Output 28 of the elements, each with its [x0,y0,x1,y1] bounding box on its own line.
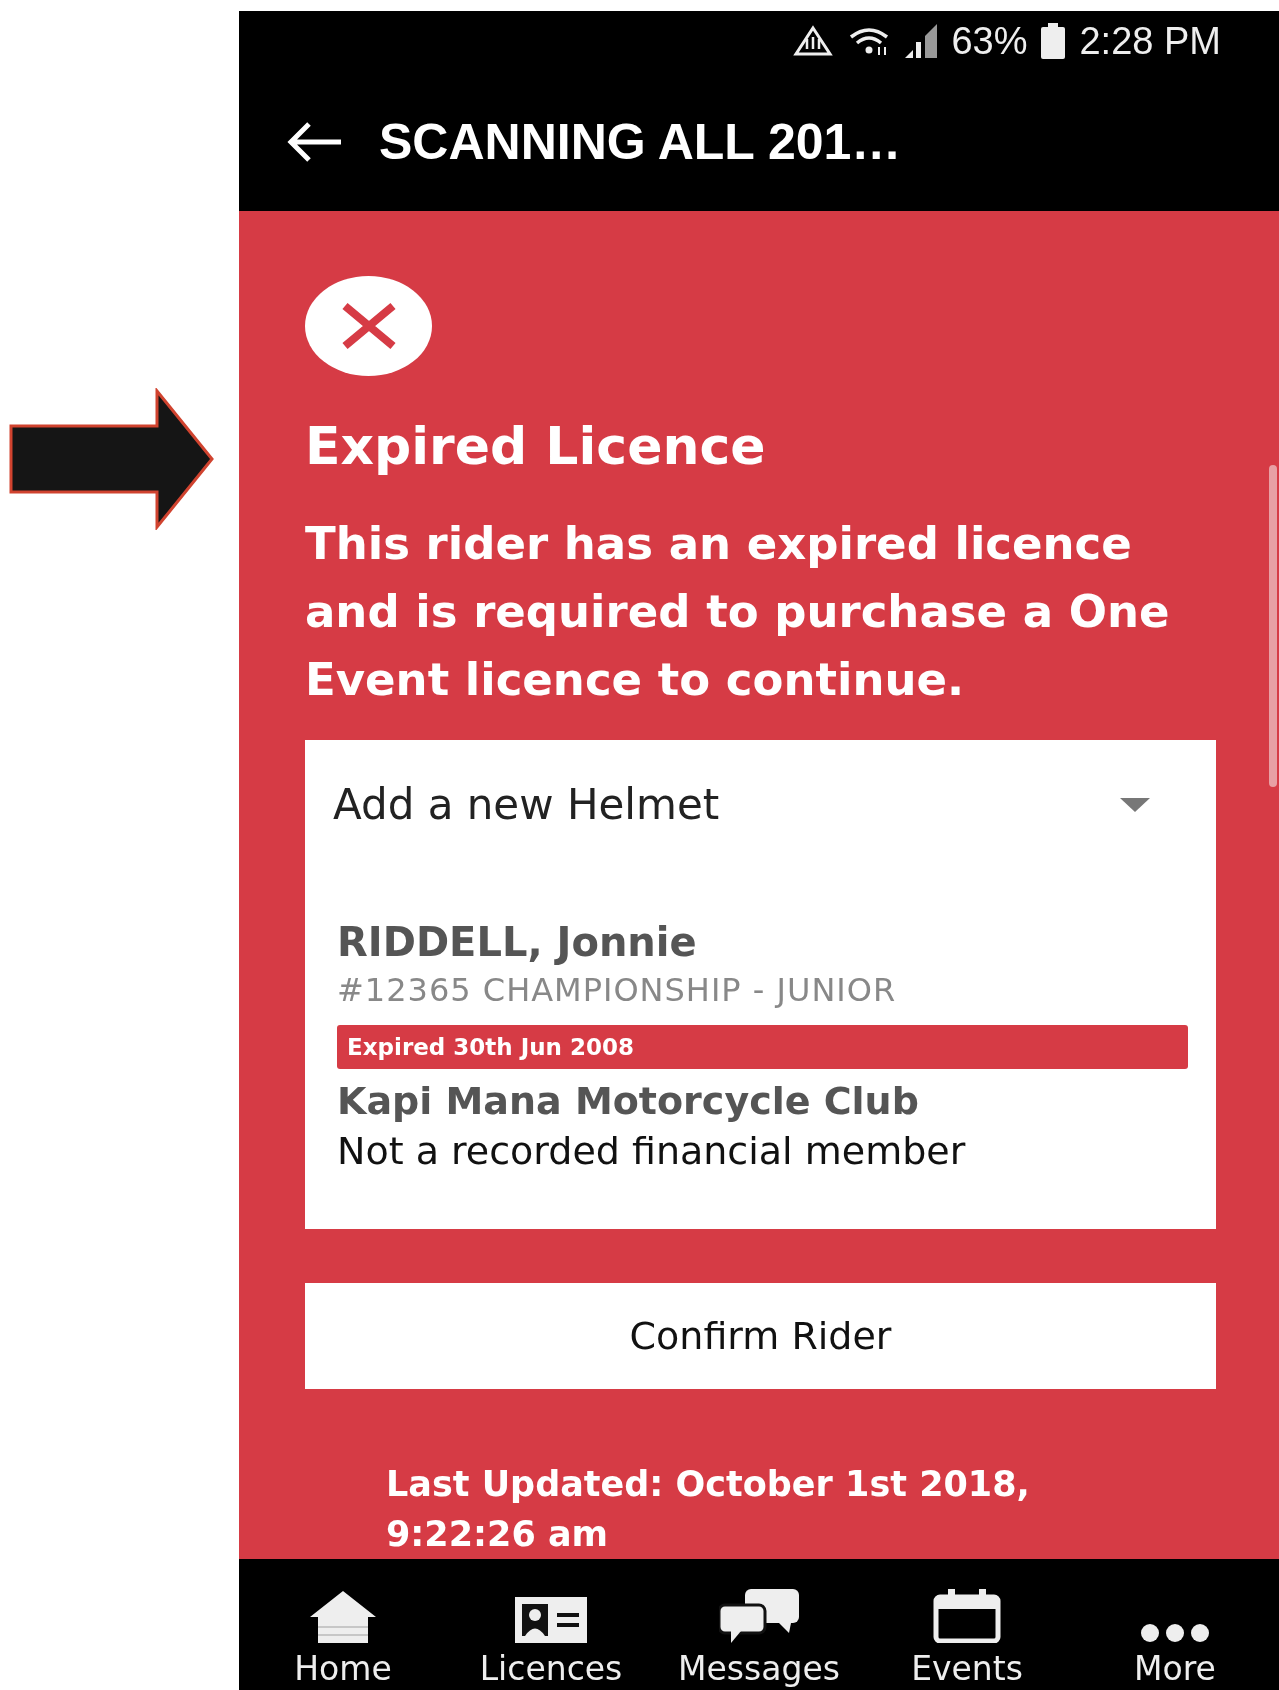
nav-item[interactable]: Messages [655,1559,863,1690]
nav-item[interactable]: Events [863,1559,1071,1690]
id-card-icon [515,1597,587,1643]
screen-title: SCANNING ALL 201… [379,112,902,171]
signal-icon [905,24,938,59]
club-name: Kapi Mana Motorcycle Club [337,1079,920,1124]
last-updated-text: Last Updated: October 1st 2018, 9:22:26 am [386,1463,1031,1557]
rider-name: RIDDELL, Jonnie [337,919,698,966]
expiry-label: Expired 30th Jun 2008 [337,1025,1188,1070]
data-sync-icon [793,25,834,58]
back-arrow-icon[interactable] [285,119,343,164]
chat-bubbles-icon [719,1589,799,1643]
rider-details: #12365 CHAMPIONSHIP - JUNIOR [337,971,898,1010]
home-icon [310,1591,376,1643]
battery-percent: 63% [951,19,1028,63]
alert-message: This rider has an expired licence and is required to purchase a One Event licence to continue. [305,516,1171,709]
alert-title: Expired Licence [305,416,767,477]
battery-icon [1041,23,1066,60]
membership-status: Not a recorded financial member [337,1129,967,1174]
clock-time: 2:28 PM [1079,19,1221,63]
confirm-button[interactable]: Confirm Rider [305,1283,1216,1390]
caret-icon [1120,797,1150,812]
nav-item[interactable]: Home [239,1559,447,1690]
nav-item[interactable]: Licences [447,1559,655,1690]
pointer-arrow-icon [9,388,215,530]
calendar-icon [933,1589,1001,1643]
more-dots-icon [1140,1623,1210,1643]
nav-item[interactable]: More [1071,1559,1279,1690]
